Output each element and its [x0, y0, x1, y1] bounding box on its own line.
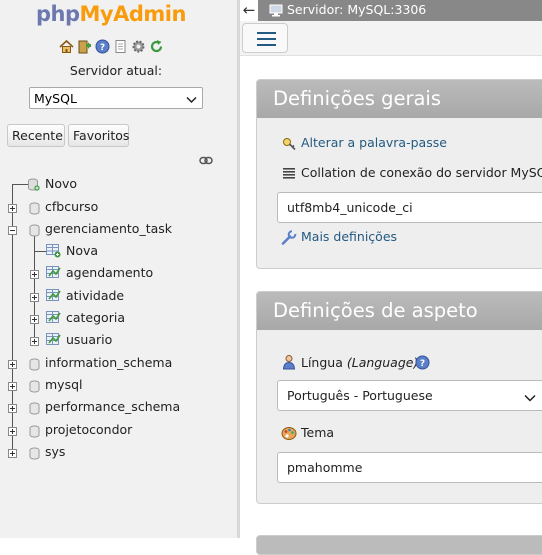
collation-select[interactable]: utf8mb4_unicode_ci	[277, 192, 542, 223]
settings-icon[interactable]	[131, 39, 146, 54]
collation-label: Collation de conexão do servidor MySQL:	[301, 165, 542, 180]
database-icon	[29, 425, 40, 438]
language-label-english: (Language)	[346, 355, 419, 370]
help-icon[interactable]: ?	[415, 355, 430, 373]
expand-toggle[interactable]	[8, 404, 17, 413]
menu-strip	[240, 21, 542, 56]
tree-database[interactable]: information_schema	[45, 355, 172, 370]
docs-icon[interactable]	[113, 39, 128, 54]
expand-toggle[interactable]	[30, 315, 39, 324]
change-password-link[interactable]: Alterar a palavra-passe	[301, 135, 447, 150]
new-database-icon	[28, 178, 40, 191]
help-icon[interactable]: ?	[95, 39, 110, 54]
tree-table[interactable]: agendamento	[66, 265, 153, 280]
tree-database[interactable]: mysql	[45, 377, 83, 392]
exit-icon[interactable]	[77, 39, 92, 54]
database-icon	[29, 358, 40, 371]
language-icon	[282, 354, 298, 373]
expand-toggle[interactable]	[8, 382, 17, 391]
quick-icons: ?	[59, 39, 164, 54]
table-icon	[46, 289, 61, 302]
server-label: Servidor atual:	[69, 63, 163, 78]
general-settings-title: Definições gerais	[257, 80, 542, 118]
wrench-icon	[281, 230, 297, 248]
language-label: Língua (Language)	[301, 355, 419, 370]
palette-icon	[281, 426, 297, 444]
tree-database[interactable]: cfbcurso	[45, 199, 98, 214]
key-icon	[282, 136, 298, 154]
chevron-down-icon	[524, 390, 536, 405]
expand-toggle[interactable]	[30, 293, 39, 302]
database-icon	[29, 402, 40, 415]
new-table-icon	[46, 244, 61, 258]
database-icon	[29, 202, 40, 215]
general-settings-panel: Definições gerais Alterar a palavra-pass…	[256, 79, 542, 269]
hamburger-bar	[257, 44, 276, 46]
hamburger-bar	[257, 32, 276, 34]
table-icon	[46, 266, 61, 279]
navigation-panel: phpMyAdmin ? Servidor atual: MySQL Recen…	[0, 0, 238, 538]
expand-toggle[interactable]	[8, 360, 17, 369]
collapse-arrow-button[interactable]: ←	[240, 0, 258, 21]
server-select-value: MySQL	[34, 91, 77, 106]
tree-new-database[interactable]: Novo	[45, 176, 77, 191]
more-settings-link[interactable]: Mais definições	[301, 229, 397, 244]
theme-label: Tema	[301, 425, 335, 440]
panel-splitter[interactable]	[237, 0, 240, 538]
hamburger-menu-button[interactable]	[242, 23, 288, 53]
chevron-down-icon	[186, 93, 197, 107]
tree-table[interactable]: atividade	[66, 288, 124, 303]
home-icon[interactable]	[59, 39, 74, 54]
theme-select[interactable]: pmahomme	[277, 452, 542, 483]
database-icon	[29, 447, 40, 460]
svg-text:?: ?	[420, 359, 425, 369]
next-panel	[256, 535, 542, 555]
database-icon	[29, 224, 40, 237]
reload-icon[interactable]	[149, 39, 164, 54]
server-icon	[269, 4, 283, 20]
tree-new-table[interactable]: Nova	[66, 243, 98, 258]
recent-tab[interactable]: Recente	[7, 124, 65, 147]
expand-toggle[interactable]	[8, 427, 17, 436]
language-value: Português - Portuguese	[287, 388, 433, 403]
tree-database[interactable]: performance_schema	[45, 399, 180, 414]
tree-table[interactable]: categoria	[66, 310, 125, 325]
appearance-settings-panel: Definições de aspeto Língua (Language) ?…	[256, 291, 542, 504]
tree-table[interactable]: usuario	[66, 332, 112, 347]
language-select[interactable]: Português - Portuguese	[277, 380, 542, 411]
server-select[interactable]: MySQL	[29, 87, 203, 109]
server-breadcrumb-bar: ← Servidor: MySQL:3306	[240, 0, 542, 21]
theme-value: pmahomme	[287, 460, 363, 475]
server-breadcrumb[interactable]: Servidor: MySQL:3306	[287, 2, 426, 17]
database-icon	[29, 380, 40, 393]
collapse-toggle[interactable]	[8, 226, 17, 235]
collation-value: utf8mb4_unicode_ci	[287, 200, 413, 215]
expand-toggle[interactable]	[8, 449, 17, 458]
tree-database[interactable]: sys	[45, 444, 65, 459]
expand-toggle[interactable]	[30, 337, 39, 346]
phpmyadmin-logo[interactable]: phpMyAdmin	[36, 2, 186, 26]
hamburger-bar	[257, 38, 276, 40]
link-icon[interactable]	[199, 154, 213, 168]
favorites-tab[interactable]: Favoritos	[68, 124, 129, 147]
expand-toggle[interactable]	[30, 270, 39, 279]
tree-line	[12, 184, 28, 185]
tree-database[interactable]: projetocondor	[45, 422, 132, 437]
tree-database[interactable]: gerenciamento_task	[45, 221, 172, 236]
appearance-settings-title: Definições de aspeto	[257, 292, 542, 330]
table-icon	[46, 333, 61, 346]
expand-toggle[interactable]	[8, 204, 17, 213]
svg-text:?: ?	[100, 43, 105, 53]
collation-icon	[282, 167, 296, 182]
table-icon	[46, 311, 61, 324]
tree-line	[34, 251, 46, 252]
